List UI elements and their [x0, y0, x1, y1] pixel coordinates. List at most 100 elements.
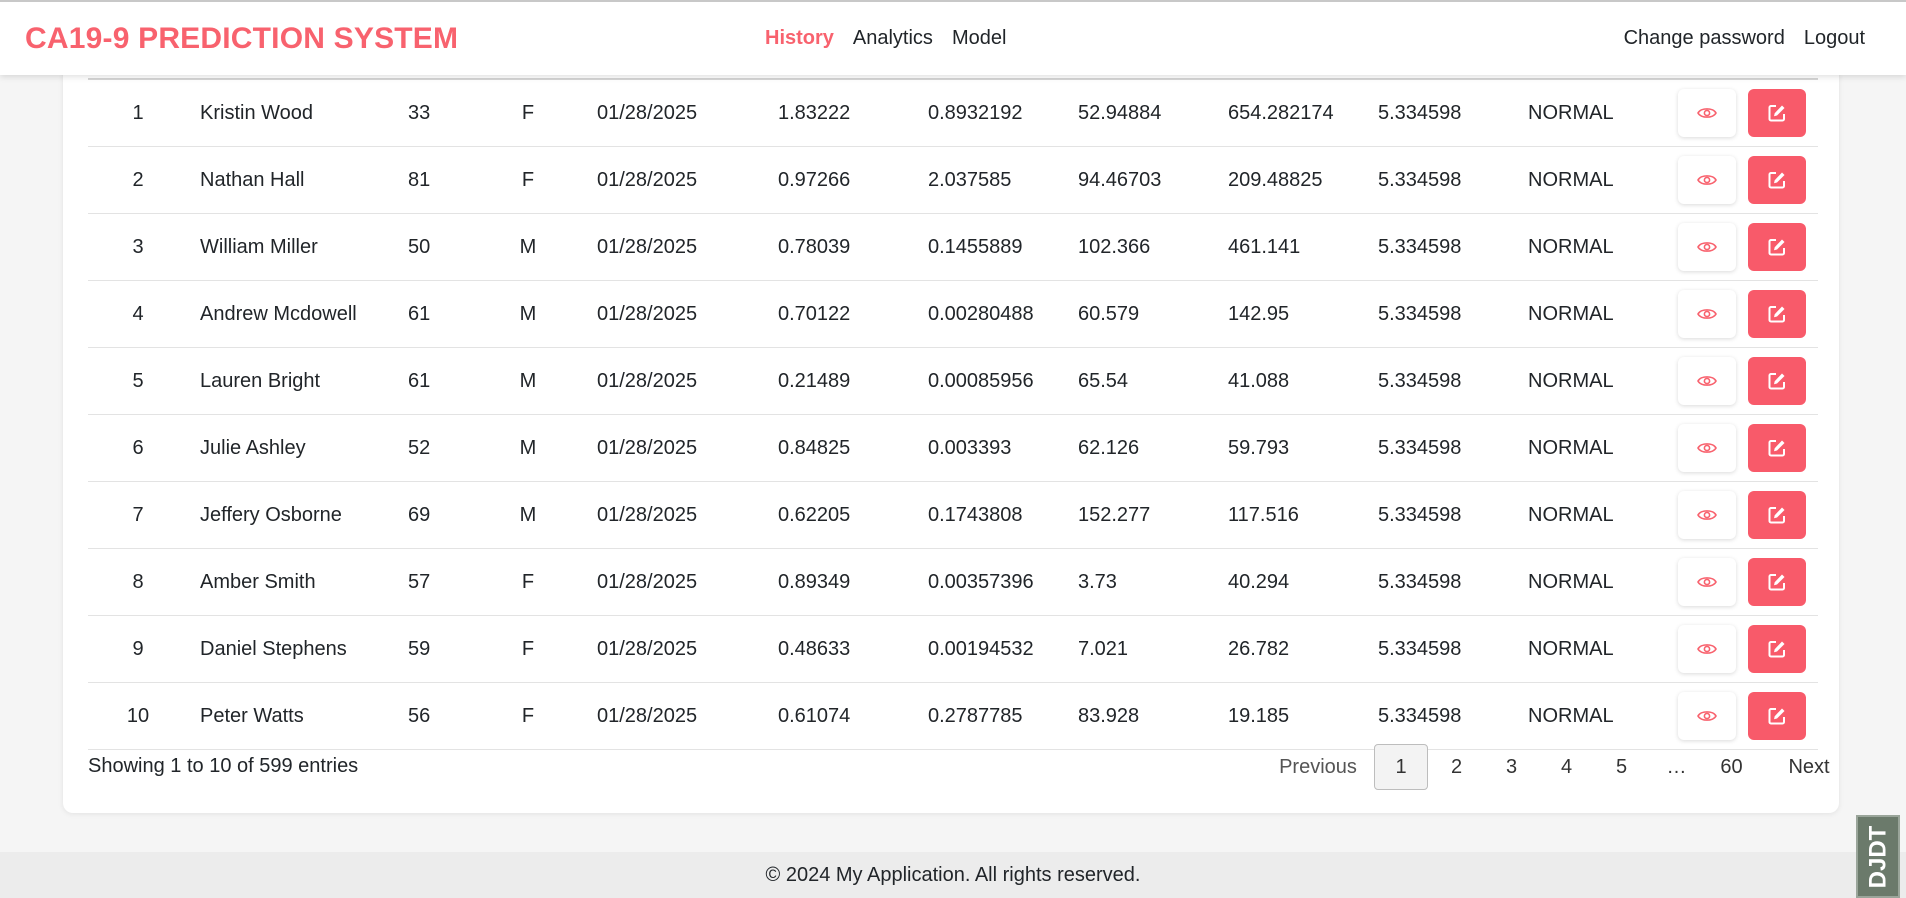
page-4-button[interactable]: 4 — [1539, 745, 1594, 789]
value-3: 52.94884 — [1078, 102, 1162, 124]
top-navbar: CA19-9 PREDICTION SYSTEM History Analyti… — [0, 0, 1906, 75]
value-4: 26.782 — [1228, 638, 1290, 660]
view-button[interactable] — [1678, 357, 1736, 405]
value-2: 0.00194532 — [928, 638, 1034, 660]
row-number: 10 — [126, 705, 150, 727]
status-label: NORMAL — [1528, 504, 1614, 526]
row-number: 7 — [132, 504, 144, 526]
edit-button[interactable] — [1748, 692, 1806, 740]
change-password-link[interactable]: Change password — [1624, 27, 1785, 50]
view-button[interactable] — [1678, 89, 1736, 137]
patient-name: Kristin Wood — [200, 102, 314, 124]
page-1-button[interactable]: 1 — [1374, 744, 1428, 790]
value-4: 59.793 — [1228, 437, 1290, 459]
patient-age: 52 — [408, 437, 431, 459]
page-3-button[interactable]: 3 — [1484, 745, 1539, 789]
eye-icon — [1697, 173, 1717, 187]
table-row: 6 Julie Ashley 52 M 01/28/2025 0.84825 0.00339… — [88, 415, 1818, 482]
patient-sex: F — [521, 638, 535, 660]
brand-title[interactable]: CA19-9 PREDICTION SYSTEM — [25, 22, 458, 56]
eye-icon — [1697, 374, 1717, 388]
nav-history[interactable]: History — [765, 27, 834, 50]
view-button[interactable] — [1678, 558, 1736, 606]
edit-button[interactable] — [1748, 558, 1806, 606]
value-5: 5.334598 — [1378, 102, 1462, 124]
value-3: 3.73 — [1078, 571, 1117, 593]
patient-name: Peter Watts — [200, 705, 304, 727]
view-button[interactable] — [1678, 491, 1736, 539]
edit-button[interactable] — [1748, 491, 1806, 539]
value-4: 117.516 — [1228, 504, 1299, 526]
row-number: 8 — [132, 571, 144, 593]
value-4: 142.95 — [1228, 303, 1290, 325]
nav-model[interactable]: Model — [952, 27, 1006, 50]
patient-sex: F — [521, 705, 535, 727]
value-4: 654.282174 — [1228, 102, 1334, 124]
edit-button[interactable] — [1748, 357, 1806, 405]
page-last-button[interactable]: 60 — [1704, 745, 1759, 789]
debug-toolbar-handle[interactable]: DJDT — [1856, 815, 1900, 898]
view-button[interactable] — [1678, 692, 1736, 740]
main-nav: History Analytics Model — [765, 27, 1006, 50]
record-date: 01/28/2025 — [597, 236, 698, 258]
edit-button[interactable] — [1748, 89, 1806, 137]
patient-age: 69 — [408, 504, 431, 526]
page-5-button[interactable]: 5 — [1594, 745, 1649, 789]
patient-sex: F — [521, 102, 535, 124]
status-label: NORMAL — [1528, 236, 1614, 258]
status-label: NORMAL — [1528, 571, 1614, 593]
status-label: NORMAL — [1528, 370, 1614, 392]
patient-name: Daniel Stephens — [200, 638, 347, 660]
patient-name: Amber Smith — [200, 571, 316, 593]
value-1: 0.78039 — [778, 236, 851, 258]
value-3: 7.021 — [1078, 638, 1129, 660]
view-button[interactable] — [1678, 290, 1736, 338]
record-date: 01/28/2025 — [597, 303, 698, 325]
value-2: 0.00085956 — [928, 370, 1034, 392]
value-3: 83.928 — [1078, 705, 1140, 727]
value-2: 0.003393 — [928, 437, 1012, 459]
row-number: 6 — [132, 437, 144, 459]
view-button[interactable] — [1678, 156, 1736, 204]
patient-age: 56 — [408, 705, 431, 727]
pagination-next[interactable]: Next — [1759, 745, 1859, 789]
patient-age: 61 — [408, 370, 431, 392]
row-number: 9 — [132, 638, 144, 660]
table-row: 3 William Miller 50 M 01/28/2025 0.78039 0.145… — [88, 214, 1818, 281]
nav-analytics[interactable]: Analytics — [853, 27, 933, 50]
table-row: 5 Lauren Bright 61 M 01/28/2025 0.21489 0.0008… — [88, 348, 1818, 415]
value-3: 152.277 — [1078, 504, 1151, 526]
row-number: 3 — [132, 236, 144, 258]
patient-sex: M — [519, 236, 537, 258]
edit-button[interactable] — [1748, 156, 1806, 204]
table-row: 9 Daniel Stephens 59 F 01/28/2025 0.48633 0.00… — [88, 616, 1818, 683]
value-2: 0.00280488 — [928, 303, 1034, 325]
eye-icon — [1697, 508, 1717, 522]
status-label: NORMAL — [1528, 102, 1614, 124]
value-5: 5.334598 — [1378, 571, 1462, 593]
value-3: 102.366 — [1078, 236, 1151, 258]
value-2: 0.00357396 — [928, 571, 1034, 593]
pagination-previous[interactable]: Previous — [1263, 745, 1373, 789]
eye-icon — [1697, 106, 1717, 120]
edit-icon — [1767, 304, 1787, 324]
table-row: 4 Andrew Mcdowell 61 M 01/28/2025 0.70122 0.00… — [88, 281, 1818, 348]
edit-button[interactable] — [1748, 223, 1806, 271]
patient-age: 81 — [408, 169, 431, 191]
patient-age: 61 — [408, 303, 431, 325]
record-date: 01/28/2025 — [597, 571, 698, 593]
value-1: 0.62205 — [778, 504, 851, 526]
eye-icon — [1697, 307, 1717, 321]
view-button[interactable] — [1678, 424, 1736, 472]
view-button[interactable] — [1678, 223, 1736, 271]
value-2: 0.8932192 — [928, 102, 1023, 124]
logout-link[interactable]: Logout — [1804, 27, 1865, 50]
edit-icon — [1767, 438, 1787, 458]
edit-button[interactable] — [1748, 290, 1806, 338]
value-5: 5.334598 — [1378, 169, 1462, 191]
view-button[interactable] — [1678, 625, 1736, 673]
page-2-button[interactable]: 2 — [1429, 745, 1484, 789]
edit-button[interactable] — [1748, 424, 1806, 472]
edit-button[interactable] — [1748, 625, 1806, 673]
value-1: 0.48633 — [778, 638, 851, 660]
